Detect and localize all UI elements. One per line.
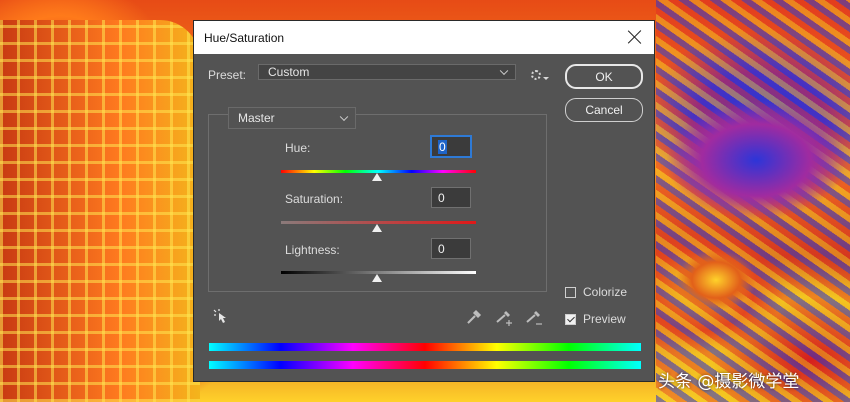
hue-value: 0 [438,139,447,154]
title-bar[interactable]: Hue/Saturation [194,21,654,54]
hue-saturation-dialog: Hue/Saturation Preset: Custom OK Cancel … [193,20,655,382]
cancel-button[interactable]: Cancel [565,98,643,122]
chevron-down-icon [339,112,349,122]
hue-label: Hue: [285,141,311,155]
result-color-bar [209,361,641,369]
eyedropper-icon[interactable] [464,307,484,327]
preset-label: Preset: [208,68,247,82]
lightness-label: Lightness: [285,243,340,257]
lightness-input[interactable]: 0 [431,238,471,259]
lightness-value: 0 [438,241,445,256]
gear-menu-arrow-icon [543,77,549,80]
preset-value: Custom [268,65,310,79]
background-photo [656,0,850,402]
close-icon[interactable] [626,28,644,46]
saturation-slider-thumb[interactable] [372,224,382,232]
hue-input[interactable]: 0 [431,136,471,157]
hue-slider-thumb[interactable] [372,173,382,181]
colorize-checkbox[interactable] [565,287,576,298]
colorize-label: Colorize [583,285,628,299]
background-grille [0,20,200,402]
preset-select[interactable]: Custom [258,64,516,80]
targeted-adjustment-icon[interactable] [211,307,231,327]
saturation-input[interactable]: 0 [431,187,471,208]
watermark: 头条 @摄影微学堂 [658,372,800,392]
dialog-title: Hue/Saturation [204,30,285,45]
channel-select[interactable]: Master [228,107,356,129]
ok-button[interactable]: OK [565,64,643,89]
eyedropper-plus-icon[interactable] [494,307,514,327]
saturation-value: 0 [438,190,445,205]
adjustment-group [208,114,547,292]
source-color-bar [209,343,641,351]
saturation-label: Saturation: [285,192,344,206]
preview-checkbox[interactable] [565,314,576,325]
chevron-down-icon [499,66,509,76]
eyedropper-minus-icon[interactable] [524,307,544,327]
channel-value: Master [238,111,275,125]
gear-icon[interactable] [531,70,541,80]
preview-label: Preview [583,312,626,326]
lightness-slider-thumb[interactable] [372,274,382,282]
